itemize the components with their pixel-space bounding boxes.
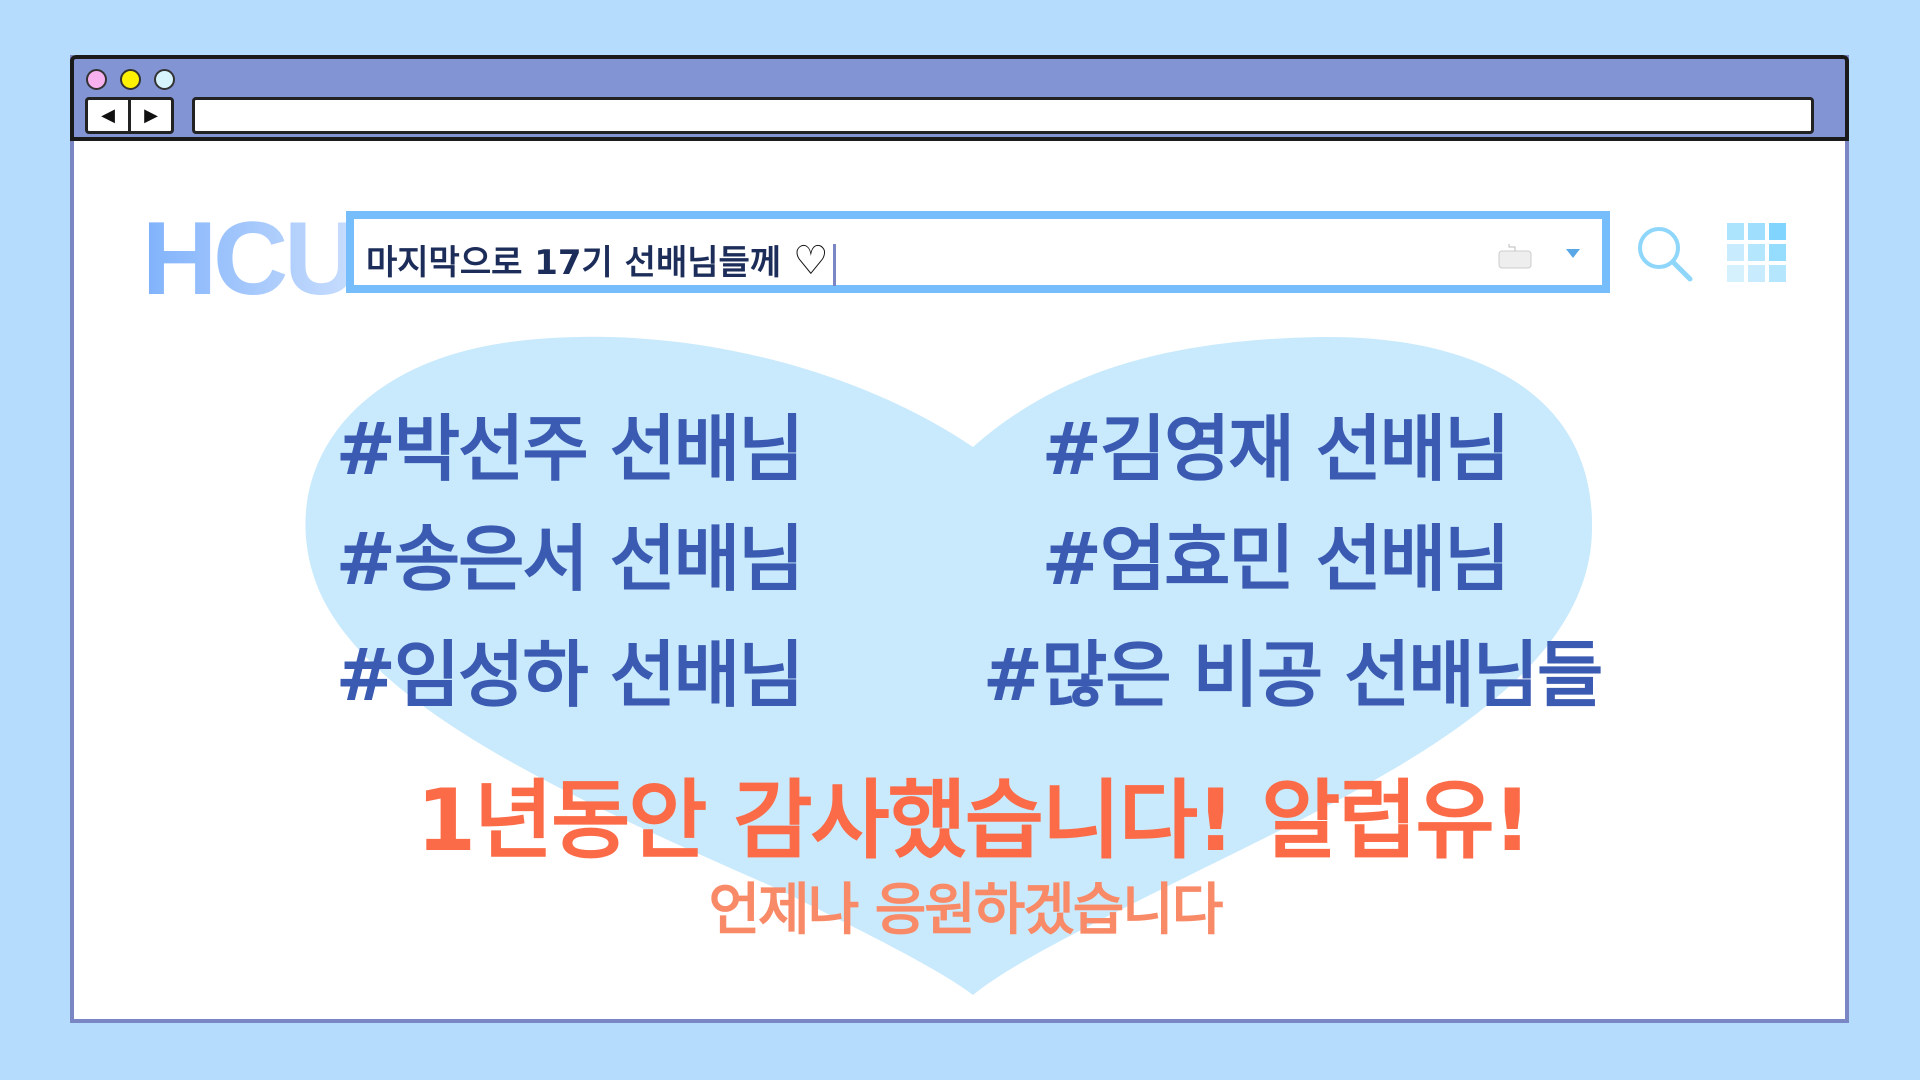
- apps-grid-icon[interactable]: [1727, 223, 1786, 282]
- nav-buttons: ◀ ▶: [85, 97, 174, 134]
- dropdown-icon[interactable]: [1566, 249, 1580, 258]
- hcu-logo: HCU: [142, 201, 359, 317]
- tag-right-2: #엄효민 선배님: [1041, 517, 1511, 601]
- address-bar[interactable]: [192, 97, 1814, 134]
- close-dot[interactable]: [86, 69, 107, 90]
- heart-icon: ♡: [792, 238, 829, 284]
- back-icon[interactable]: ◀: [88, 100, 131, 131]
- search-box[interactable]: 마지막으로 17기 선배님들께 ♡: [346, 211, 1610, 293]
- maximize-dot[interactable]: [154, 69, 175, 90]
- search-query: 마지막으로 17기 선배님들께: [366, 243, 782, 283]
- tag-left-3: #임성하 선배님: [335, 633, 805, 717]
- keyboard-icon[interactable]: [1498, 243, 1532, 269]
- minimize-dot[interactable]: [120, 69, 141, 90]
- title-bar: ◀ ▶: [70, 55, 1849, 141]
- search-icon[interactable]: [1635, 224, 1695, 284]
- support-message: 언제나 응원하겠습니다: [708, 878, 1224, 943]
- tag-right-3: #많은 비공 선배님들: [982, 633, 1603, 717]
- tag-right-1: #김영재 선배님: [1041, 407, 1511, 491]
- text-caret: [832, 243, 836, 286]
- tag-left-1: #박선주 선배님: [335, 407, 805, 491]
- thanks-message: 1년동안 감사했습니다! 알럽유!: [416, 771, 1532, 871]
- forward-icon[interactable]: ▶: [131, 100, 171, 131]
- tag-left-2: #송은서 선배님: [335, 517, 805, 601]
